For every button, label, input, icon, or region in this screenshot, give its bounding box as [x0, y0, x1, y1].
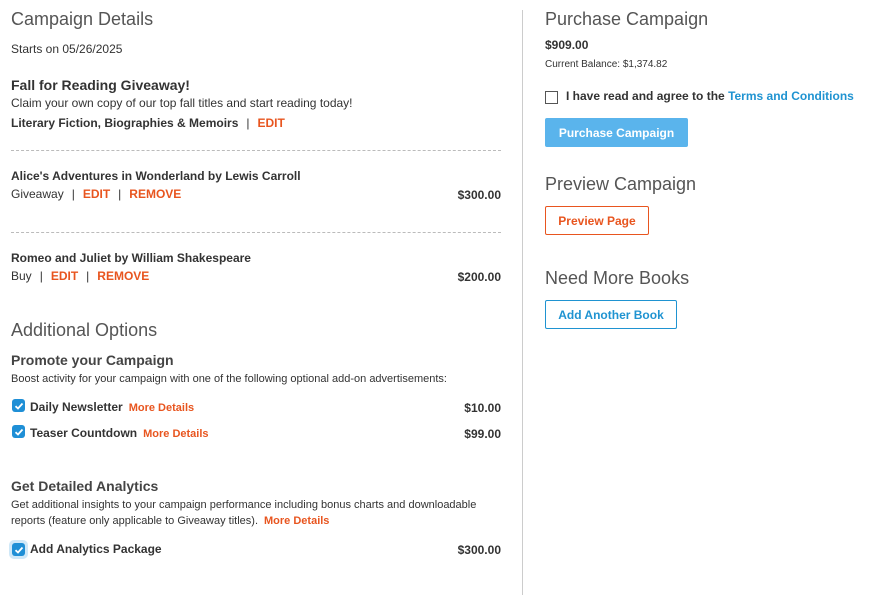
additional-options-heading: Additional Options [11, 320, 158, 340]
current-balance: Current Balance: $1,374.82 [545, 59, 668, 70]
terms-text: I have read and agree to the [566, 89, 725, 103]
remove-book-link[interactable]: REMOVE [97, 269, 149, 283]
add-another-book-button[interactable]: Add Another Book [545, 300, 677, 329]
edit-book-link[interactable]: EDIT [83, 187, 110, 201]
option-label: Teaser Countdown [30, 426, 138, 440]
analytics-description: Get additional insights to your campaign… [11, 499, 477, 511]
daily-newsletter-checkbox[interactable] [12, 399, 25, 412]
more-details-link[interactable]: More Details [264, 515, 329, 527]
book-type: Buy [11, 269, 32, 283]
purchase-campaign-button[interactable]: Purchase Campaign [545, 118, 688, 147]
edit-campaign-link[interactable]: EDIT [258, 116, 285, 130]
option-price: $10.00 [464, 401, 501, 415]
check-icon [14, 428, 23, 436]
edit-book-link[interactable]: EDIT [51, 269, 78, 283]
book-actions: Buy | EDIT | REMOVE [11, 269, 150, 283]
purchase-total: $909.00 [545, 38, 589, 52]
more-books-heading: Need More Books [545, 268, 690, 288]
check-icon [14, 402, 23, 410]
book-price: $300.00 [457, 188, 501, 202]
option-row: Daily Newsletter More Details [30, 400, 194, 414]
campaign-genres-row: Literary Fiction, Biographies & Memoirs |… [11, 116, 285, 130]
analytics-description-line2: reports (feature only applicable to Give… [11, 515, 330, 527]
book-actions: Giveaway | EDIT | REMOVE [11, 187, 182, 201]
preview-heading: Preview Campaign [545, 174, 697, 194]
campaign-name: Fall for Reading Giveaway! [11, 77, 190, 93]
book-price: $200.00 [457, 270, 501, 284]
analytics-package-checkbox[interactable] [12, 543, 25, 556]
analytics-package-label: Add Analytics Package [30, 542, 162, 556]
book-title: Alice's Adventures in Wonderland by Lewi… [11, 169, 301, 183]
campaign-description: Claim your own copy of our top fall titl… [11, 96, 353, 110]
promote-heading: Promote your Campaign [11, 352, 174, 368]
check-icon [14, 546, 23, 554]
analytics-price: $300.00 [457, 543, 501, 557]
option-price: $99.00 [464, 427, 501, 441]
divider-line [11, 232, 501, 233]
divider-line [11, 150, 501, 151]
campaign-details-heading: Campaign Details [11, 9, 154, 29]
more-details-link[interactable]: More Details [129, 402, 194, 414]
campaign-genres: Literary Fiction, Biographies & Memoirs [11, 116, 239, 130]
book-title: Romeo and Juliet by William Shakespeare [11, 251, 251, 265]
remove-book-link[interactable]: REMOVE [129, 187, 181, 201]
teaser-countdown-checkbox[interactable] [12, 425, 25, 438]
analytics-heading: Get Detailed Analytics [11, 478, 159, 494]
promote-description: Boost activity for your campaign with on… [11, 373, 447, 385]
preview-page-button[interactable]: Preview Page [545, 206, 649, 235]
more-details-link[interactable]: More Details [143, 428, 208, 440]
start-date: Starts on 05/26/2025 [11, 42, 123, 56]
terms-agreement: I have read and agree to the Terms and C… [566, 89, 854, 103]
terms-link[interactable]: Terms and Conditions [728, 89, 854, 103]
purchase-heading: Purchase Campaign [545, 9, 709, 29]
column-divider [522, 10, 523, 595]
option-row: Teaser Countdown More Details [30, 426, 209, 440]
book-type: Giveaway [11, 187, 64, 201]
separator: | [246, 116, 250, 130]
option-label: Daily Newsletter [30, 400, 123, 414]
terms-checkbox[interactable] [545, 91, 558, 104]
